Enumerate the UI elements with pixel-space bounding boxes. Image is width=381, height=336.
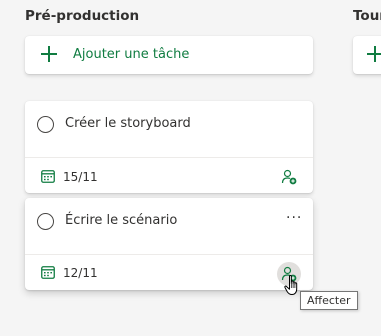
circle-check-icon[interactable] (37, 116, 54, 133)
calendar-icon (41, 266, 55, 279)
add-task-button[interactable] (353, 36, 381, 74)
card-divider (25, 254, 313, 255)
plus-icon (367, 46, 381, 62)
more-options-button[interactable]: ··· (286, 210, 302, 226)
assign-button[interactable] (277, 165, 301, 189)
due-date: 12/11 (63, 266, 98, 280)
column-title: Tour (353, 8, 381, 24)
card-divider (25, 157, 313, 158)
task-title[interactable]: Écrire le scénario (65, 213, 177, 228)
task-card[interactable]: Écrire le scénario ··· 12/11 (25, 198, 313, 290)
circle-check-icon[interactable] (37, 213, 54, 230)
plus-icon (41, 46, 57, 62)
task-card[interactable]: Créer le storyboard 15/11 (25, 101, 313, 193)
add-task-label: Ajouter une tâche (73, 47, 190, 62)
task-title[interactable]: Créer le storyboard (65, 116, 191, 131)
calendar-icon (41, 170, 55, 183)
tooltip: Affecter (300, 291, 358, 310)
due-date: 15/11 (63, 170, 98, 184)
column-title: Pré-production (25, 8, 140, 24)
assign-person-icon (281, 169, 297, 185)
add-task-button[interactable]: Ajouter une tâche (25, 36, 313, 74)
